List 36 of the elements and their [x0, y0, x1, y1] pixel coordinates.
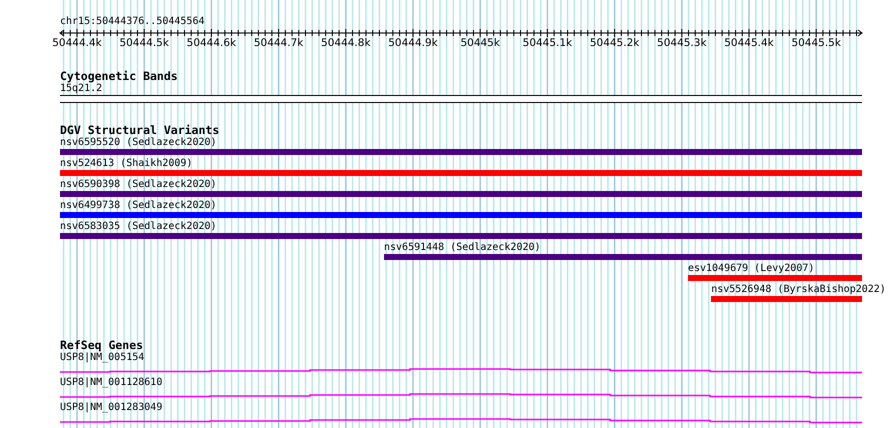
variant-label[interactable]: nsv6499738 (Sedlazeck2020)	[60, 200, 217, 211]
tick-label: 50444.8k	[321, 37, 371, 49]
track-title: DGV Structural Variants	[60, 124, 220, 137]
variant-bar[interactable]	[60, 212, 862, 218]
tick-label: 50445.2k	[590, 37, 640, 49]
variant-label[interactable]: nsv524613 (Shaikh2009)	[60, 158, 192, 169]
tick-label: 50444.4k	[52, 37, 102, 49]
variant-bar[interactable]	[384, 254, 862, 260]
tick-label: 50444.5k	[119, 37, 169, 49]
tick-label: 50445.5k	[791, 37, 841, 49]
tick-label: 50444.9k	[388, 37, 438, 49]
variant-label[interactable]: nsv6583035 (Sedlazeck2020)	[60, 221, 217, 232]
variant-bar[interactable]	[60, 149, 862, 155]
track-title: Cytogenetic Bands	[60, 70, 178, 83]
track-title: RefSeq Genes	[60, 339, 144, 352]
tick-label: 50445.3k	[657, 37, 707, 49]
tick-label: 50445.4k	[724, 37, 774, 49]
variant-bar[interactable]	[60, 170, 862, 176]
variant-label[interactable]: esv1049679 (Levy2007)	[688, 263, 814, 274]
gene-label[interactable]: USP8|NM_005154	[60, 352, 144, 363]
tick-label: 50444.6k	[186, 37, 236, 49]
tick-label: 50445.1k	[522, 37, 572, 49]
variant-bar[interactable]	[711, 296, 862, 302]
variant-bar[interactable]	[60, 191, 862, 197]
variant-bar[interactable]	[688, 275, 862, 281]
gene-label[interactable]: USP8|NM_001283049	[60, 402, 162, 413]
tick-label: 50445k	[460, 37, 500, 49]
variant-label[interactable]: nsv6591448 (Sedlazeck2020)	[384, 242, 541, 253]
tick-label: 50444.7k	[254, 37, 304, 49]
band-label: 15q21.2	[60, 83, 102, 94]
variant-label[interactable]: nsv5526948 (ByrskaBishop2022)	[711, 284, 886, 295]
variant-label[interactable]: nsv6590398 (Sedlazeck2020)	[60, 179, 217, 190]
location-label: chr15:50444376..50445564	[60, 16, 204, 28]
gene-label[interactable]: USP8|NM_001128610	[60, 377, 162, 388]
variant-label[interactable]: nsv6595520 (Sedlazeck2020)	[60, 137, 217, 148]
variant-bar[interactable]	[60, 233, 862, 239]
